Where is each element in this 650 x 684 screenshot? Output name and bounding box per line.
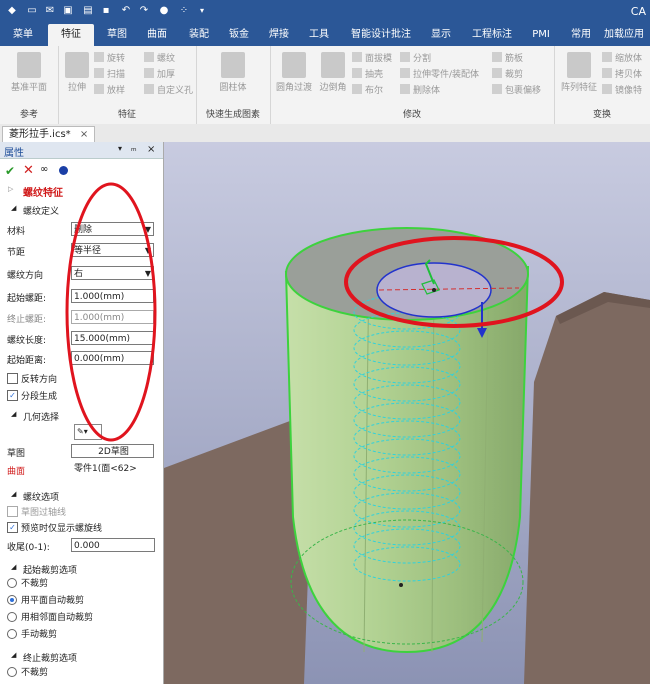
tab-addins[interactable]: 加载应用	[604, 24, 650, 46]
3d-viewport[interactable]	[164, 142, 650, 684]
sweep-icon	[94, 68, 104, 78]
tab-pmi[interactable]: PMI	[526, 24, 556, 46]
chamfer-icon	[321, 52, 345, 78]
group-reference: 基准平面 参考	[0, 46, 59, 124]
revolve-button[interactable]: 旋转	[94, 52, 125, 66]
material-icon[interactable]: ●	[158, 5, 170, 17]
copy-body-button[interactable]: 拷贝体	[602, 68, 642, 82]
delete-body-icon	[400, 84, 410, 94]
extrude-button[interactable]: 拉伸	[62, 52, 92, 93]
undo-icon[interactable]: ↶	[120, 5, 132, 17]
wrap-icon	[492, 84, 502, 94]
custom-hole-button[interactable]: 自定义孔	[144, 84, 193, 98]
shell-icon	[352, 68, 362, 78]
tab-display[interactable]: 显示	[424, 24, 458, 46]
scale-icon	[602, 52, 612, 62]
round-transition-button[interactable]: 圆角过渡	[274, 52, 314, 93]
split-icon	[400, 52, 410, 62]
mail-icon[interactable]: ✉	[44, 5, 56, 17]
app-logo-icon[interactable]: ◆	[6, 5, 18, 17]
new-file-icon[interactable]: ▭	[26, 5, 38, 17]
title-bar: ◆ ▭ ✉ ▣ ▤ ▪ ↶ ↷ ● ⁘ ▾ CA	[0, 0, 650, 24]
hole-icon	[144, 84, 154, 94]
cut-button[interactable]: 裁剪	[492, 68, 523, 82]
chamfer-button[interactable]: 边倒角	[316, 52, 350, 93]
thicken-button[interactable]: 加厚	[144, 68, 175, 82]
extrude-icon	[65, 52, 89, 78]
sweep-button[interactable]: 扫描	[94, 68, 125, 82]
thread-button[interactable]: 螺纹	[144, 52, 175, 66]
tab-weld[interactable]: 焊接	[262, 24, 296, 46]
image-icon[interactable]: ▣	[62, 5, 74, 17]
rib-button[interactable]: 筋板	[492, 52, 523, 66]
thicken-icon	[144, 68, 154, 78]
delete-body-button[interactable]: 删除体	[400, 84, 440, 98]
boolean-icon	[352, 84, 362, 94]
tab-assembly[interactable]: 装配	[182, 24, 216, 46]
ribbon-tabs: 菜单 特征 草图 曲面 装配 钣金 焊接 工具 智能设计批注 显示 工程标注 P…	[0, 24, 650, 46]
ribbon: 基准平面 参考 拉伸 旋转 扫描 放样 螺纹 加厚 自定义孔 特征 圆柱体 快速…	[0, 46, 650, 125]
origin-point	[432, 288, 436, 292]
stretch-part-button[interactable]: 拉伸零件/装配体	[400, 68, 479, 82]
close-icon[interactable]: ×	[80, 129, 88, 140]
shell-button[interactable]: 抽壳	[352, 68, 383, 82]
stretch-icon	[400, 68, 410, 78]
viewport-scene	[164, 142, 650, 684]
grid-icon[interactable]: ⁘	[178, 5, 190, 17]
red-annotation-ellipse	[65, 182, 157, 442]
redo-icon[interactable]: ↷	[138, 5, 150, 17]
cut-icon	[492, 68, 502, 78]
tab-sketch[interactable]: 草图	[100, 24, 134, 46]
tab-common[interactable]: 常用	[564, 24, 598, 46]
app-title: CA	[630, 5, 646, 18]
mirror-button[interactable]: 镜像特	[602, 84, 642, 98]
save-icon[interactable]: ▪	[100, 5, 112, 17]
base-plane-button[interactable]: 基准平面	[6, 52, 52, 93]
plane-icon	[17, 52, 41, 78]
tab-menu[interactable]: 菜单	[6, 24, 40, 46]
copy-icon	[602, 68, 612, 78]
tab-sheetmetal[interactable]: 钣金	[222, 24, 256, 46]
scale-body-button[interactable]: 缩放体	[602, 52, 642, 66]
cylinder-icon	[221, 52, 245, 78]
group-quick: 圆柱体 快速生成图素	[196, 46, 271, 124]
tab-dimension[interactable]: 工程标注	[466, 24, 518, 46]
cylinder-button[interactable]: 圆柱体	[210, 52, 256, 93]
tab-smart-annotation[interactable]: 智能设计批注	[346, 24, 416, 46]
tab-surface[interactable]: 曲面	[140, 24, 174, 46]
document-tab[interactable]: 菱形拉手.ics* ×	[2, 126, 96, 143]
array-icon	[567, 52, 591, 78]
bottom-center-point	[399, 583, 403, 587]
group-transform: 阵列特征 缩放体 拷贝体 镜像特 变换	[554, 46, 650, 124]
quick-access-dropdown-icon[interactable]: ▾	[196, 5, 208, 17]
array-feature-button[interactable]: 阵列特征	[558, 52, 600, 93]
open-folder-icon[interactable]: ▤	[82, 5, 94, 17]
draft-button[interactable]: 面拔模	[352, 52, 392, 66]
rib-icon	[492, 52, 502, 62]
wrap-offset-button[interactable]: 包裹偏移	[492, 84, 541, 98]
tab-feature[interactable]: 特征	[48, 24, 94, 46]
property-panel: 属性 ▾ ₘ × ✔ ✕ ∞ ▷ 螺纹特征 ◢ 螺纹定义 材料 删除 ▼ 节距 等…	[0, 142, 164, 684]
boolean-button[interactable]: 布尔	[352, 84, 383, 98]
group-modify: 圆角过渡 边倒角 面拔模 抽壳 布尔 分割 拉伸零件/装配体 删除体 筋板 裁剪…	[270, 46, 555, 124]
tab-tools[interactable]: 工具	[302, 24, 336, 46]
document-tab-bar: 菱形拉手.ics* ×	[0, 124, 650, 143]
group-label-feature: 特征	[117, 110, 136, 120]
revolve-icon	[94, 52, 104, 62]
group-label-modify: 修改	[402, 110, 421, 120]
group-label-reference: 参考	[19, 110, 38, 120]
loft-icon	[94, 84, 104, 94]
fillet-icon	[282, 52, 306, 78]
thread-icon	[144, 52, 154, 62]
group-feature: 拉伸 旋转 扫描 放样 螺纹 加厚 自定义孔 特征	[58, 46, 197, 124]
draft-icon	[352, 52, 362, 62]
group-label-quick: 快速生成图素	[205, 110, 260, 120]
split-button[interactable]: 分割	[400, 52, 431, 66]
mirror-icon	[602, 84, 612, 94]
group-label-transform: 变换	[592, 110, 611, 120]
loft-button[interactable]: 放样	[94, 84, 125, 98]
